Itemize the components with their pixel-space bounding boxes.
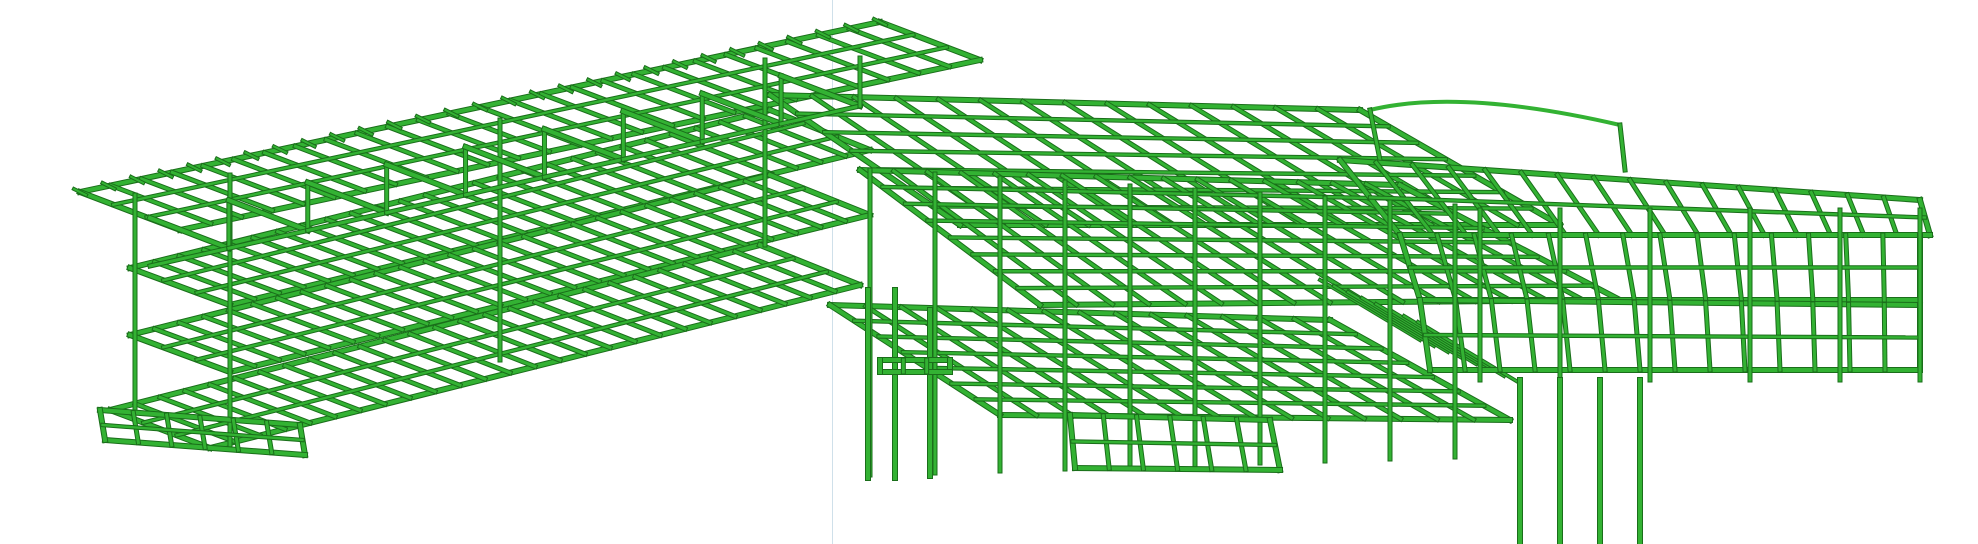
wing-level-0-joist-face: [631, 72, 736, 115]
curved-canopy-beam: [1369, 99, 1621, 127]
west-wing-frame: [71, 16, 984, 452]
steel-frame-model[interactable]: [0, 0, 1978, 544]
wing-level-0-joist-face: [785, 39, 890, 82]
wing-level-0-joist-face: [601, 78, 706, 121]
model-viewport[interactable]: [0, 0, 1978, 544]
wing-level-0-joist-face: [847, 26, 952, 69]
wing-level-0-joist-face: [416, 118, 521, 161]
wing-level-0-joist-face: [201, 163, 306, 206]
wing-level-0-joist-face: [293, 144, 398, 187]
stair-tread-face: [1318, 278, 1422, 342]
wing-level-0-joist-face: [385, 124, 490, 167]
wing-level-0-joist-face: [754, 46, 859, 89]
wing-level-0-edge-face: [877, 19, 983, 63]
wing-level-0-joist-face: [816, 33, 921, 76]
wing-level-0-joist-face: [108, 183, 213, 226]
wing-level-0-joist-face: [170, 170, 275, 213]
wing-level-0-joist-face: [354, 131, 459, 174]
wing-level-0-joist-face: [231, 157, 336, 200]
